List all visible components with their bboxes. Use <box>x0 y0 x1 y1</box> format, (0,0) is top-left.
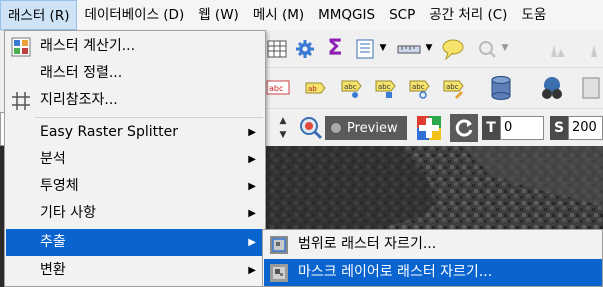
label-pin-icon[interactable]: ab <box>302 76 328 100</box>
label-show-icon[interactable]: abc <box>338 76 364 100</box>
s-label: S <box>550 116 568 140</box>
menu-mesh[interactable]: 메시 (M) <box>246 0 311 30</box>
annotation-icon[interactable] <box>440 36 466 62</box>
raster-calculator-icon <box>11 37 31 57</box>
menu-item-easy-raster-splitter[interactable]: Easy Raster Splitter ▶ <box>6 119 264 146</box>
menu-item-analysis[interactable]: 분석 ▶ <box>6 146 264 173</box>
menu-item-misc[interactable]: 기타 사항 ▶ <box>6 200 264 227</box>
chevron-down-icon[interactable]: ▼ <box>378 42 388 54</box>
svg-text:abc: abc <box>412 83 425 91</box>
menu-item-label: 래스터 정렬... <box>40 65 123 81</box>
svg-text:abc: abc <box>378 83 391 91</box>
label-abc-red-icon[interactable]: abc <box>266 78 290 98</box>
menu-item-extract[interactable]: 추출 ▶ <box>6 229 264 256</box>
menu-item-raster-align[interactable]: 래스터 정렬... <box>6 60 264 87</box>
gear-icon[interactable] <box>294 38 316 60</box>
database-icon[interactable] <box>488 74 514 102</box>
identify-icon[interactable] <box>476 38 498 60</box>
menu-item-label: 투영체 <box>40 178 79 194</box>
zoom-globe-icon[interactable] <box>298 114 324 142</box>
menu-item-raster-calculator[interactable]: 래스터 계산기... <box>6 33 264 60</box>
sigma-icon[interactable]: Σ <box>324 36 346 61</box>
s-value-input[interactable]: 200 <box>568 116 603 140</box>
t-value-input[interactable]: 0 <box>500 116 544 140</box>
menu-help[interactable]: 도움 <box>514 0 553 30</box>
menu-raster[interactable]: 래스터 (R) <box>0 0 78 30</box>
menu-bar: 래스터 (R) 데이터베이스 (D) 웹 (W) 메시 (M) MMQGIS S… <box>0 0 603 31</box>
submenu-arrow-icon: ▶ <box>248 181 256 192</box>
submenu-arrow-icon: ▶ <box>248 154 256 165</box>
toolbar-1: Σ ▼ ▼ ▼ <box>262 30 603 68</box>
menu-item-label: Easy Raster Splitter <box>40 124 178 140</box>
menu-item-label: 변환 <box>40 262 66 278</box>
menu-database[interactable]: 데이터베이스 (D) <box>77 0 191 30</box>
preview-button[interactable]: Preview <box>325 116 407 140</box>
chevron-down-icon[interactable]: ▼ <box>500 42 510 54</box>
binoculars-globe-icon[interactable] <box>538 74 566 102</box>
preview-label: Preview <box>347 120 398 136</box>
histogram-icon[interactable] <box>548 38 568 60</box>
t-label: T <box>482 116 500 140</box>
attribute-table-icon[interactable] <box>354 38 376 60</box>
menu-item-label: 추출 <box>40 234 66 250</box>
preview-dot-icon <box>331 123 341 133</box>
submenu-arrow-icon: ▶ <box>248 208 256 219</box>
menu-processing[interactable]: 공간 처리 (C) <box>422 0 514 30</box>
extract-submenu: 범위로 래스터 자르기... 마스크 레이어로 래스터 자르기... <box>262 229 603 287</box>
menu-item-label: 지리참조자... <box>40 92 118 108</box>
spinbox-arrows[interactable]: ▲ ▼ <box>276 116 290 140</box>
menu-web[interactable]: 웹 (W) <box>191 0 246 30</box>
menu-item-label: 래스터 계산기... <box>40 38 136 54</box>
submenu-arrow-icon: ▶ <box>248 265 256 276</box>
refresh-icon[interactable] <box>450 114 478 142</box>
menu-mmqgis[interactable]: MMQGIS <box>311 0 382 30</box>
svg-text:abc: abc <box>344 83 357 91</box>
label-edit-icon[interactable]: abc <box>440 76 466 100</box>
submenu-arrow-icon: ▶ <box>248 237 256 248</box>
submenu-item-clip-by-mask[interactable]: 마스크 레이어로 래스터 자르기... <box>264 259 602 286</box>
raster-menu: 래스터 계산기... 래스터 정렬... 지리참조자... Easy Raste… <box>4 30 266 287</box>
measure-icon[interactable] <box>396 38 422 60</box>
svg-text:abc: abc <box>269 84 283 93</box>
menu-separator <box>35 117 263 118</box>
svg-text:ab: ab <box>308 85 317 93</box>
menu-scp[interactable]: SCP <box>382 0 422 30</box>
color-cross-icon[interactable] <box>415 114 443 142</box>
calculator-grid-icon[interactable] <box>266 38 288 60</box>
menu-item-projection[interactable]: 투영체 ▶ <box>6 173 264 200</box>
menu-item-label: 기타 사항 <box>40 205 96 221</box>
menu-item-label: 분석 <box>40 151 66 167</box>
clip-by-extent-icon <box>269 235 289 255</box>
menu-item-georeferencer[interactable]: 지리참조자... <box>6 87 264 114</box>
menu-item-conversion[interactable]: 변환 ▶ <box>6 257 264 284</box>
svg-text:abc: abc <box>446 83 459 91</box>
clip-by-mask-icon <box>269 263 289 283</box>
toolbar-2: abc ab abc abc abc abc <box>262 68 603 109</box>
submenu-item-label: 마스크 레이어로 래스터 자르기... <box>298 264 493 280</box>
label-rotate-icon[interactable]: abc <box>406 76 432 100</box>
label-move-icon[interactable]: abc <box>372 76 398 100</box>
submenu-item-label: 범위로 래스터 자르기... <box>298 236 437 252</box>
georeferencer-icon <box>11 91 31 111</box>
submenu-arrow-icon: ▶ <box>248 127 256 138</box>
edge-icon[interactable] <box>580 74 602 102</box>
chevron-down-icon[interactable]: ▼ <box>424 42 434 54</box>
overflow-icon[interactable] <box>588 38 602 60</box>
submenu-item-clip-by-extent[interactable]: 범위로 래스터 자르기... <box>264 231 602 258</box>
